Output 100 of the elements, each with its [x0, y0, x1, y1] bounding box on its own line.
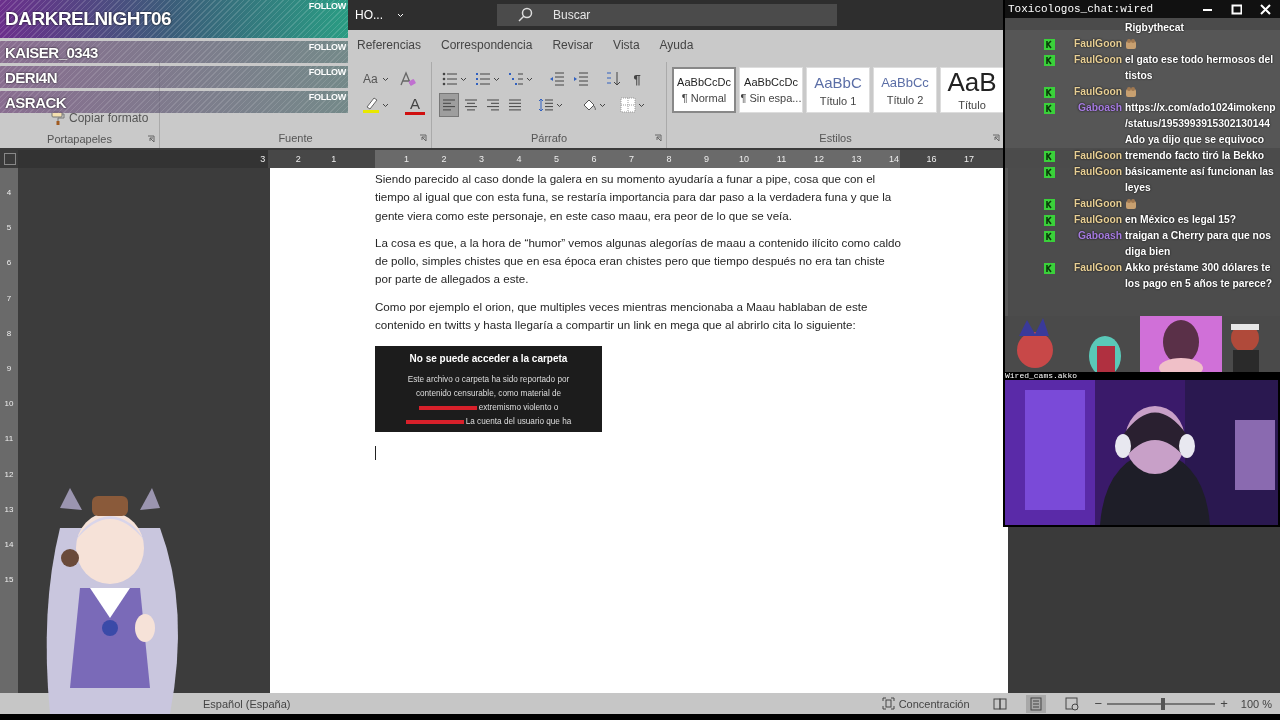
chat-username[interactable]: FaulGoon — [1060, 212, 1122, 228]
ruler-number: 17 — [963, 154, 975, 164]
language-label: Español (España) — [203, 697, 291, 710]
ruler-number: 7 — [628, 154, 635, 164]
slider-thumb[interactable] — [1161, 697, 1166, 710]
sort-icon[interactable] — [605, 71, 621, 87]
align-right-icon — [486, 98, 500, 112]
paragraph: Siendo parecido al caso donde la galera en su momento ayudaría a funar a pipe, cosa que con el tiempo al igual que con esta funa, se restaría importancia para dar paso a la verdadera funa y que la gente viera como este personaje, en este caso maau, era peor de lo que se veía. — [375, 171, 893, 224]
image-text: extremismo violento o — [478, 402, 559, 415]
chat-message: el gato ese todo hermosos del tistos — [1125, 53, 1275, 83]
dialog-launcher-icon[interactable] — [992, 134, 1000, 142]
badge-icon — [1044, 263, 1055, 274]
follow-tag: FOLLOW — [308, 1, 346, 11]
numbered-list-icon[interactable] — [475, 71, 491, 87]
chat-username[interactable]: FaulGoon — [1060, 164, 1122, 196]
chat-username[interactable]: FaulGoon — [1060, 196, 1122, 212]
borders-icon[interactable] — [620, 97, 636, 113]
highlighter-icon[interactable] — [362, 96, 380, 114]
ribbon-tab[interactable]: Revisar — [546, 34, 600, 58]
ruler-number: 13 — [4, 505, 14, 516]
style-tile[interactable]: AaBbC Título 1 — [806, 67, 870, 113]
badge-icon — [1044, 55, 1055, 66]
ruler-number: 5 — [6, 224, 12, 235]
print-view-icon — [1028, 696, 1043, 711]
align-left-button[interactable] — [440, 94, 458, 116]
tab-selector[interactable] — [4, 153, 16, 165]
ruler-number: 2 — [294, 154, 302, 164]
multilevel-list-icon[interactable] — [508, 71, 524, 87]
follow-tag: FOLLOW — [308, 92, 346, 102]
line-spacing-icon[interactable] — [538, 97, 554, 113]
clear-format-icon[interactable] — [397, 71, 416, 87]
ruler-number: 9 — [6, 364, 12, 375]
group-label: Portapapeles — [47, 132, 112, 145]
ruler-number: 8 — [665, 154, 673, 164]
ruler-number: 14 — [888, 154, 900, 164]
increase-indent-icon[interactable] — [573, 71, 589, 87]
document-title-dropdown[interactable]: HO... — [352, 6, 407, 24]
change-case-button[interactable]: Aa — [360, 68, 392, 90]
follower-name: KAISER_0343 — [5, 43, 98, 61]
ruler-number: 1 — [330, 154, 338, 164]
style-tile[interactable]: AaBbCc Título 2 — [873, 67, 937, 113]
image-text: La cuenta del usuario que ha — [465, 416, 572, 429]
ruler-number: 6 — [6, 259, 12, 270]
ruler-number: 11 — [775, 154, 788, 164]
ruler-number: 4 — [515, 154, 523, 164]
search-field[interactable]: Buscar — [497, 4, 837, 26]
ruler-number: 3 — [259, 154, 267, 164]
chat-username[interactable]: FaulGoon — [1060, 148, 1122, 164]
ruler-number: 15 — [4, 576, 14, 587]
ruler-number: 11 — [4, 435, 14, 446]
text-cursor — [375, 446, 376, 461]
caret-icon — [493, 76, 500, 82]
emote-icon — [1125, 86, 1137, 98]
paint-bucket-icon[interactable] — [581, 97, 597, 113]
dialog-launcher-icon[interactable] — [654, 134, 662, 142]
ribbon-tab[interactable]: Ayuda — [653, 34, 700, 58]
caret-icon — [599, 102, 606, 108]
decrease-indent-icon[interactable] — [549, 71, 565, 87]
ribbon-tab[interactable]: Referencias — [351, 34, 428, 58]
read-view-icon — [992, 696, 1007, 711]
chat-username[interactable]: FaulGoon — [1060, 52, 1122, 84]
align-center-icon — [464, 98, 478, 112]
window-title: Wired_cams.akko — [1005, 372, 1078, 380]
group-label: Párrafo — [530, 132, 568, 144]
zoom-in-button[interactable]: + — [1217, 696, 1231, 711]
paragraph: La cosa es que, a la hora de “humor” vemos algunas alegorías de maau a contenido ilícito como caldo de pollo, simples chistes que en esa época eran chistes pero que tiempo después no era tan chiste por parte de allegados a este. — [375, 234, 902, 288]
dialog-launcher-icon[interactable] — [147, 135, 155, 143]
style-tile[interactable]: AaBbCcDc ¶ Normal — [672, 67, 736, 113]
group-label: Estilos — [819, 132, 852, 144]
align-justify-icon — [508, 98, 522, 112]
chat-username[interactable]: FaulGoon — [1060, 84, 1122, 100]
badge-icon — [1044, 87, 1055, 98]
caret-icon — [381, 76, 389, 82]
dialog-launcher-icon[interactable] — [419, 134, 427, 142]
follow-tag: FOLLOW — [308, 42, 346, 52]
style-tile[interactable]: AaBbCcDc ¶ Sin espa... — [739, 67, 803, 113]
ruler-number: 12 — [4, 470, 14, 481]
badge-icon — [1044, 103, 1055, 114]
badge-icon — [1044, 167, 1055, 178]
ribbon-tab[interactable]: Vista — [607, 34, 646, 58]
show-marks-button[interactable]: ¶ — [627, 68, 647, 90]
print-view-button[interactable] — [1025, 694, 1046, 713]
close-icon[interactable] — [1260, 3, 1271, 15]
bullet-list-icon[interactable] — [442, 71, 458, 87]
ruler-number: 5 — [553, 154, 560, 164]
chat-username[interactable]: FaulGoon — [1060, 36, 1122, 52]
ribbon-tab[interactable]: Correspondencia — [435, 34, 539, 58]
image-text: Este archivo o carpeta ha sido reportado por — [407, 374, 570, 387]
follower-name: DERI4N — [5, 68, 57, 86]
web-view-icon — [1064, 696, 1079, 711]
zoom-out-button[interactable]: − — [1091, 696, 1106, 711]
ruler-number: 7 — [6, 294, 12, 305]
maximize-icon[interactable] — [1231, 3, 1242, 15]
focus-button[interactable]: Concentración — [875, 696, 976, 711]
style-tile[interactable]: AaB Título — [940, 67, 1004, 113]
follower-name: DARKRELNIGHT06 — [5, 8, 172, 30]
font-color-button[interactable]: A — [405, 95, 425, 115]
paragraph: Como por ejemplo el orion, que multiples veces mientras mencionaba a Maau hablaban de este contenido en twitts y hasta llegaría a compartir un link en mega que al abrirlo cita lo siguiente: — [375, 298, 869, 334]
zoom-level: 100 % — [1240, 697, 1272, 710]
chat-username[interactable]: FaulGoon — [1060, 260, 1122, 292]
